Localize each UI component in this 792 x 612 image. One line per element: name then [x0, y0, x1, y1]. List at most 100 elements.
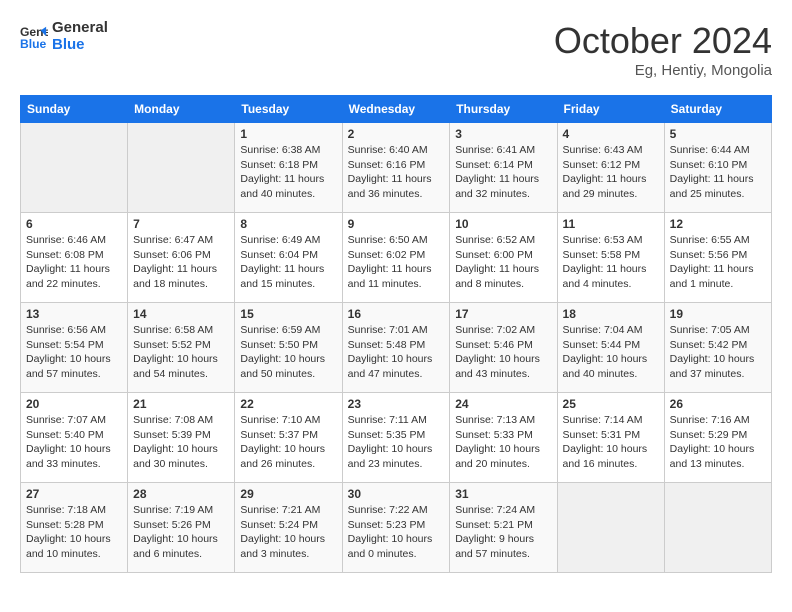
calendar-cell: 27 Sunrise: 7:18 AMSunset: 5:28 PMDaylig… [21, 483, 128, 573]
calendar-cell: 19 Sunrise: 7:05 AMSunset: 5:42 PMDaylig… [664, 303, 771, 393]
day-number: 29 [240, 487, 336, 501]
cell-content: Sunrise: 7:11 AMSunset: 5:35 PMDaylight:… [348, 413, 445, 472]
logo: General Blue General Blue [20, 20, 108, 53]
day-number: 1 [240, 127, 336, 141]
day-number: 15 [240, 307, 336, 321]
day-number: 21 [133, 397, 229, 411]
day-number: 23 [348, 397, 445, 411]
cell-content: Sunrise: 6:49 AMSunset: 6:04 PMDaylight:… [240, 233, 336, 292]
day-number: 28 [133, 487, 229, 501]
cell-content: Sunrise: 7:14 AMSunset: 5:31 PMDaylight:… [563, 413, 659, 472]
day-number: 4 [563, 127, 659, 141]
day-number: 30 [348, 487, 445, 501]
day-number: 25 [563, 397, 659, 411]
calendar-cell: 15 Sunrise: 6:59 AMSunset: 5:50 PMDaylig… [235, 303, 342, 393]
day-number: 27 [26, 487, 122, 501]
logo-general: General [52, 20, 108, 37]
day-number: 10 [455, 217, 551, 231]
calendar-cell: 7 Sunrise: 6:47 AMSunset: 6:06 PMDayligh… [128, 213, 235, 303]
cell-content: Sunrise: 6:56 AMSunset: 5:54 PMDaylight:… [26, 323, 122, 382]
calendar-week-3: 13 Sunrise: 6:56 AMSunset: 5:54 PMDaylig… [21, 303, 772, 393]
day-number: 2 [348, 127, 445, 141]
cell-content: Sunrise: 7:02 AMSunset: 5:46 PMDaylight:… [455, 323, 551, 382]
calendar-cell: 2 Sunrise: 6:40 AMSunset: 6:16 PMDayligh… [342, 123, 450, 213]
cell-content: Sunrise: 7:16 AMSunset: 5:29 PMDaylight:… [670, 413, 766, 472]
day-number: 9 [348, 217, 445, 231]
cell-content: Sunrise: 7:13 AMSunset: 5:33 PMDaylight:… [455, 413, 551, 472]
calendar-cell: 11 Sunrise: 6:53 AMSunset: 5:58 PMDaylig… [557, 213, 664, 303]
day-number: 14 [133, 307, 229, 321]
calendar-cell [664, 483, 771, 573]
cell-content: Sunrise: 7:07 AMSunset: 5:40 PMDaylight:… [26, 413, 122, 472]
day-number: 26 [670, 397, 766, 411]
calendar-table: SundayMondayTuesdayWednesdayThursdayFrid… [20, 95, 772, 573]
weekday-header-friday: Friday [557, 96, 664, 123]
calendar-cell: 26 Sunrise: 7:16 AMSunset: 5:29 PMDaylig… [664, 393, 771, 483]
logo-blue: Blue [52, 37, 108, 54]
cell-content: Sunrise: 6:40 AMSunset: 6:16 PMDaylight:… [348, 143, 445, 202]
calendar-cell: 14 Sunrise: 6:58 AMSunset: 5:52 PMDaylig… [128, 303, 235, 393]
cell-content: Sunrise: 7:08 AMSunset: 5:39 PMDaylight:… [133, 413, 229, 472]
day-number: 13 [26, 307, 122, 321]
calendar-cell: 12 Sunrise: 6:55 AMSunset: 5:56 PMDaylig… [664, 213, 771, 303]
calendar-cell: 6 Sunrise: 6:46 AMSunset: 6:08 PMDayligh… [21, 213, 128, 303]
cell-content: Sunrise: 6:55 AMSunset: 5:56 PMDaylight:… [670, 233, 766, 292]
cell-content: Sunrise: 7:05 AMSunset: 5:42 PMDaylight:… [670, 323, 766, 382]
calendar-cell [21, 123, 128, 213]
cell-content: Sunrise: 7:19 AMSunset: 5:26 PMDaylight:… [133, 503, 229, 562]
calendar-cell: 23 Sunrise: 7:11 AMSunset: 5:35 PMDaylig… [342, 393, 450, 483]
calendar-cell: 18 Sunrise: 7:04 AMSunset: 5:44 PMDaylig… [557, 303, 664, 393]
day-number: 31 [455, 487, 551, 501]
calendar-week-5: 27 Sunrise: 7:18 AMSunset: 5:28 PMDaylig… [21, 483, 772, 573]
calendar-cell: 28 Sunrise: 7:19 AMSunset: 5:26 PMDaylig… [128, 483, 235, 573]
day-number: 18 [563, 307, 659, 321]
title-block: October 2024 Eg, Hentiy, Mongolia [554, 20, 772, 79]
day-number: 8 [240, 217, 336, 231]
calendar-cell: 10 Sunrise: 6:52 AMSunset: 6:00 PMDaylig… [450, 213, 557, 303]
calendar-cell: 1 Sunrise: 6:38 AMSunset: 6:18 PMDayligh… [235, 123, 342, 213]
weekday-header-wednesday: Wednesday [342, 96, 450, 123]
cell-content: Sunrise: 6:43 AMSunset: 6:12 PMDaylight:… [563, 143, 659, 202]
day-number: 6 [26, 217, 122, 231]
cell-content: Sunrise: 7:04 AMSunset: 5:44 PMDaylight:… [563, 323, 659, 382]
cell-content: Sunrise: 6:46 AMSunset: 6:08 PMDaylight:… [26, 233, 122, 292]
calendar-cell: 8 Sunrise: 6:49 AMSunset: 6:04 PMDayligh… [235, 213, 342, 303]
day-number: 5 [670, 127, 766, 141]
calendar-cell [128, 123, 235, 213]
day-number: 11 [563, 217, 659, 231]
calendar-cell: 16 Sunrise: 7:01 AMSunset: 5:48 PMDaylig… [342, 303, 450, 393]
calendar-cell: 20 Sunrise: 7:07 AMSunset: 5:40 PMDaylig… [21, 393, 128, 483]
month-title: October 2024 [554, 20, 772, 62]
calendar-cell: 31 Sunrise: 7:24 AMSunset: 5:21 PMDaylig… [450, 483, 557, 573]
day-number: 24 [455, 397, 551, 411]
cell-content: Sunrise: 7:01 AMSunset: 5:48 PMDaylight:… [348, 323, 445, 382]
cell-content: Sunrise: 6:44 AMSunset: 6:10 PMDaylight:… [670, 143, 766, 202]
day-number: 17 [455, 307, 551, 321]
day-number: 19 [670, 307, 766, 321]
calendar-cell: 30 Sunrise: 7:22 AMSunset: 5:23 PMDaylig… [342, 483, 450, 573]
cell-content: Sunrise: 6:50 AMSunset: 6:02 PMDaylight:… [348, 233, 445, 292]
calendar-cell: 4 Sunrise: 6:43 AMSunset: 6:12 PMDayligh… [557, 123, 664, 213]
cell-content: Sunrise: 7:22 AMSunset: 5:23 PMDaylight:… [348, 503, 445, 562]
cell-content: Sunrise: 7:21 AMSunset: 5:24 PMDaylight:… [240, 503, 336, 562]
calendar-cell: 17 Sunrise: 7:02 AMSunset: 5:46 PMDaylig… [450, 303, 557, 393]
day-number: 16 [348, 307, 445, 321]
cell-content: Sunrise: 6:58 AMSunset: 5:52 PMDaylight:… [133, 323, 229, 382]
weekday-header-row: SundayMondayTuesdayWednesdayThursdayFrid… [21, 96, 772, 123]
calendar-cell: 22 Sunrise: 7:10 AMSunset: 5:37 PMDaylig… [235, 393, 342, 483]
cell-content: Sunrise: 7:18 AMSunset: 5:28 PMDaylight:… [26, 503, 122, 562]
svg-text:Blue: Blue [20, 37, 47, 51]
calendar-cell: 13 Sunrise: 6:56 AMSunset: 5:54 PMDaylig… [21, 303, 128, 393]
calendar-cell: 3 Sunrise: 6:41 AMSunset: 6:14 PMDayligh… [450, 123, 557, 213]
weekday-header-tuesday: Tuesday [235, 96, 342, 123]
weekday-header-thursday: Thursday [450, 96, 557, 123]
location-subtitle: Eg, Hentiy, Mongolia [554, 62, 772, 79]
cell-content: Sunrise: 6:47 AMSunset: 6:06 PMDaylight:… [133, 233, 229, 292]
calendar-cell: 5 Sunrise: 6:44 AMSunset: 6:10 PMDayligh… [664, 123, 771, 213]
day-number: 7 [133, 217, 229, 231]
calendar-week-2: 6 Sunrise: 6:46 AMSunset: 6:08 PMDayligh… [21, 213, 772, 303]
calendar-cell: 9 Sunrise: 6:50 AMSunset: 6:02 PMDayligh… [342, 213, 450, 303]
cell-content: Sunrise: 7:24 AMSunset: 5:21 PMDaylight:… [455, 503, 551, 562]
weekday-header-saturday: Saturday [664, 96, 771, 123]
cell-content: Sunrise: 6:53 AMSunset: 5:58 PMDaylight:… [563, 233, 659, 292]
